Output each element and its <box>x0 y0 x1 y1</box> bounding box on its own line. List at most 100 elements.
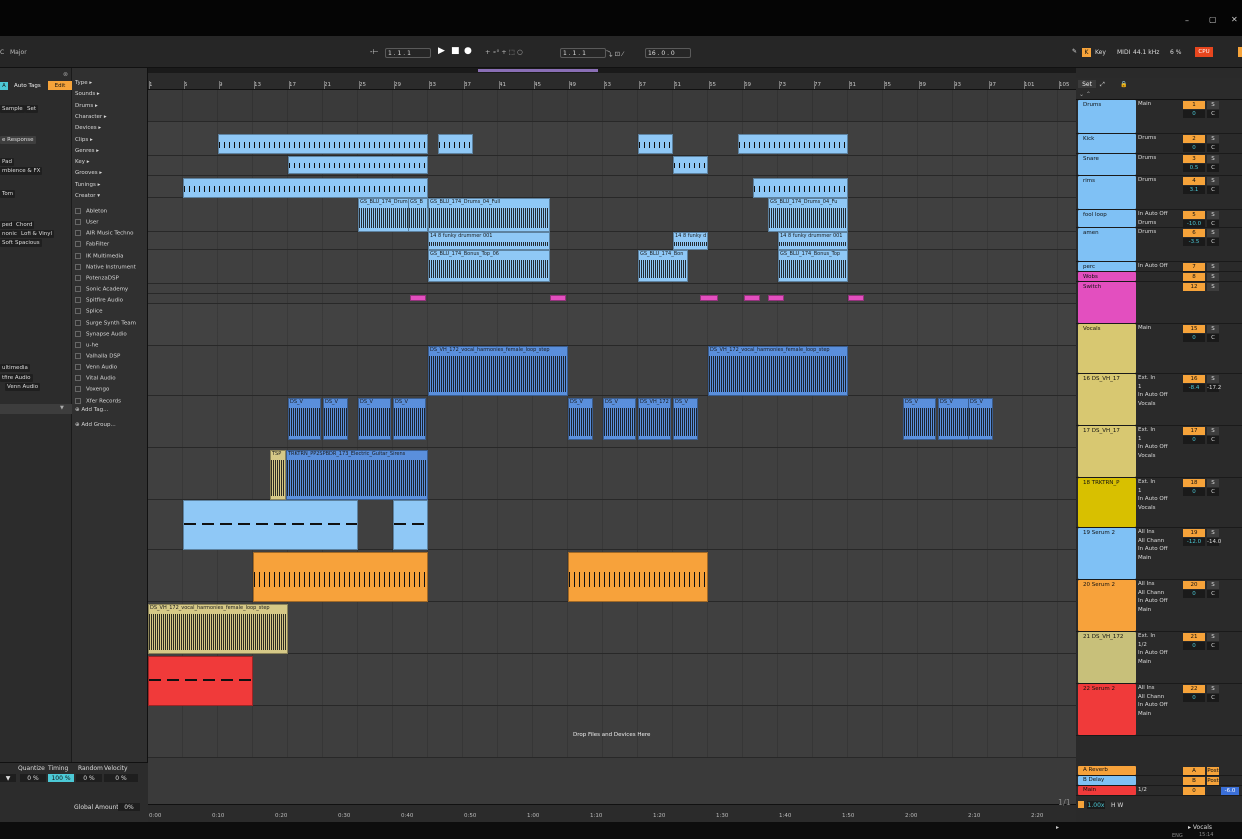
checkbox[interactable] <box>75 241 81 248</box>
clip[interactable]: DS_VH_172_vocal_harmonies_female_loop_st… <box>428 346 568 396</box>
mixer-track[interactable]: 17 DS_VH_17 Ext. In 1 In Auto Off Vocals 17 S 0… <box>1076 426 1242 478</box>
clip[interactable] <box>183 178 428 198</box>
creator-item[interactable]: Spitfire Audio <box>75 297 123 304</box>
return-track[interactable]: A Reverb A Post <box>1076 766 1242 776</box>
clip[interactable]: DS_VH_172_vocal_harmonies_female_loop_st… <box>148 604 288 654</box>
return-name-header[interactable]: Main <box>1078 786 1136 795</box>
tag-impulse[interactable]: e Response <box>0 136 36 144</box>
clip[interactable]: DS_V <box>968 398 993 440</box>
checkbox[interactable] <box>75 352 81 359</box>
checkbox[interactable] <box>75 330 81 337</box>
tag-chip[interactable]: nonic <box>0 230 19 238</box>
track-number[interactable]: 6 <box>1183 229 1205 237</box>
pan-value[interactable]: C <box>1207 590 1219 598</box>
tag-ambience[interactable]: mbience & FX <box>0 167 43 175</box>
clip[interactable]: TRKTRN_PP2SPBDR_173_Electric_Guitar_Sire… <box>286 450 428 500</box>
mixer-track[interactable]: 19 Serum 2 All Ins All Chann In Auto Off Mai… <box>1076 528 1242 580</box>
creator-item[interactable]: Voxengo <box>75 386 109 393</box>
creator-item[interactable]: Valhalla DSP <box>75 352 120 359</box>
loop-length[interactable]: 16 . 0 . 0 <box>645 48 691 58</box>
track-number[interactable]: 16 <box>1183 375 1205 383</box>
tag-pad[interactable]: Pad <box>0 158 14 166</box>
checkbox[interactable] <box>75 341 81 348</box>
pan-value[interactable]: C <box>1207 694 1219 702</box>
add-group-button[interactable]: ⊕ Add Group... <box>75 422 116 428</box>
mixer-track[interactable]: Vocals Main 15 S 0 C <box>1076 324 1242 374</box>
hw-toggle[interactable]: H W <box>1111 802 1123 809</box>
checkbox[interactable] <box>75 297 81 304</box>
track-name-header[interactable]: 21 DS_VH_172 <box>1078 632 1136 683</box>
solo-button[interactable]: S <box>1207 375 1219 383</box>
quantize-value[interactable]: 0 % <box>20 774 46 782</box>
track-name-header[interactable]: 22 Serum 2 <box>1078 684 1136 735</box>
track-lane[interactable] <box>148 250 1076 284</box>
solo-button[interactable]: S <box>1207 211 1219 219</box>
creator-item[interactable]: Ableton <box>75 208 107 215</box>
clip[interactable]: 14 8 funky drummer 001 <box>428 232 550 250</box>
track-number[interactable]: 20 <box>1183 581 1205 589</box>
creator-item[interactable]: u-he <box>75 341 98 348</box>
clip[interactable]: DS_V <box>903 398 936 440</box>
tag-chip[interactable]: Chord <box>14 221 35 229</box>
edit-button[interactable]: Edit <box>48 81 72 90</box>
track-io[interactable]: 1 <box>1138 436 1142 442</box>
track-name-header[interactable]: rims <box>1078 176 1136 209</box>
pan-value[interactable]: C <box>1207 110 1219 118</box>
return-track[interactable]: Main 0 1/2 -6.0 <box>1076 786 1242 796</box>
volume-value[interactable]: 0 <box>1183 334 1205 342</box>
volume-value[interactable]: 0 <box>1183 590 1205 598</box>
pan-value[interactable]: C <box>1207 436 1219 444</box>
clip[interactable]: 14 8 funky drummer 001 <box>778 232 848 250</box>
volume-value[interactable]: 0 <box>1183 144 1205 152</box>
arrangement-view[interactable]: 1 5 9 13 17 21 25 29 33 37 41 45 49 53 57 61 65 69 73 77 81 8… <box>148 68 1076 822</box>
return-io[interactable]: 1/2 <box>1138 787 1147 793</box>
track-io[interactable]: In Auto Off <box>1138 650 1168 656</box>
clip[interactable] <box>738 134 848 154</box>
tag-creator[interactable]: tfire Audio <box>0 374 33 382</box>
solo-button[interactable]: S <box>1207 479 1219 487</box>
volume-value[interactable]: 0 <box>1183 488 1205 496</box>
solo-button[interactable]: S <box>1207 263 1219 271</box>
clip[interactable] <box>753 178 848 198</box>
velocity-value[interactable]: 0 % <box>104 774 138 782</box>
volume-value[interactable]: -3.5 <box>1183 238 1205 246</box>
tempo-follow-icon[interactable] <box>1078 801 1084 808</box>
mixer-track[interactable]: Snare Drums 3 S 0.5 C <box>1076 154 1242 176</box>
solo-button[interactable]: S <box>1207 325 1219 333</box>
track-lane[interactable] <box>148 304 1076 346</box>
loop-start[interactable]: 1 . 1 . 1 <box>560 48 606 58</box>
checkbox[interactable] <box>75 364 81 371</box>
global-amount-value[interactable]: 0% <box>118 803 140 811</box>
track-io[interactable]: Main <box>1138 659 1151 665</box>
solo-button[interactable]: S <box>1207 685 1219 693</box>
track-io[interactable]: Drums <box>1138 177 1156 183</box>
return-name-header[interactable]: B Delay <box>1078 776 1136 785</box>
loop-tools-icon[interactable]: ⤵ ⊡ ⁄ <box>606 48 623 58</box>
track-io[interactable]: 1 <box>1138 488 1142 494</box>
solo-button[interactable]: S <box>1207 633 1219 641</box>
clip[interactable]: GS_BLU_174_Drums_04_Full <box>428 198 550 232</box>
clip[interactable] <box>673 156 708 174</box>
creator-item[interactable]: Native Instrument <box>75 263 136 270</box>
clip[interactable] <box>288 156 428 174</box>
key-map-button[interactable]: K <box>1082 48 1091 57</box>
creator-item[interactable]: Vital Audio <box>75 375 116 382</box>
track-io[interactable]: Vocals <box>1138 505 1156 511</box>
track-io[interactable]: All Chann <box>1138 538 1164 544</box>
track-io[interactable]: Main <box>1138 607 1151 613</box>
clip[interactable] <box>700 295 718 301</box>
tag-tom[interactable]: Tom <box>0 190 16 198</box>
pan-value[interactable]: C <box>1207 164 1219 172</box>
expand-all-icon[interactable]: ⌄ ⌃ <box>1079 91 1091 98</box>
clip[interactable]: GS_BLU_174_Bonus_Top <box>778 250 848 282</box>
position-display[interactable]: 1 . 1 . 1 <box>385 48 431 58</box>
track-name-header[interactable]: perc <box>1078 262 1136 271</box>
close-button[interactable]: ✕ <box>1231 15 1238 24</box>
creator-item[interactable]: Splice <box>75 308 102 315</box>
track-name-header[interactable]: Switch <box>1078 282 1136 323</box>
timing-value[interactable]: 100 % <box>48 774 74 782</box>
track-lane[interactable] <box>148 294 1076 304</box>
track-io[interactable]: All Chann <box>1138 694 1164 700</box>
track-io[interactable]: In Auto Off <box>1138 598 1168 604</box>
clip[interactable] <box>550 295 566 301</box>
